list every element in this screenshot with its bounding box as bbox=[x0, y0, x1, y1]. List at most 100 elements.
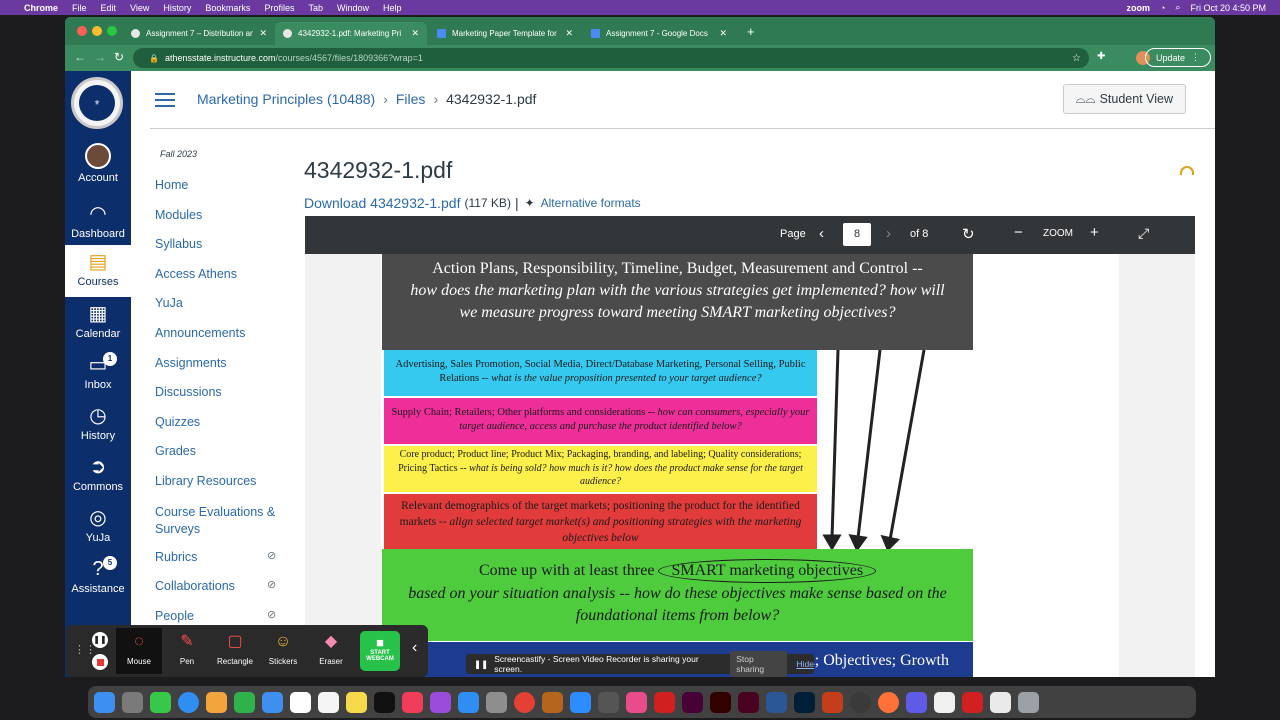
nav-yuja[interactable]: ◎ YuJa bbox=[65, 507, 131, 544]
preview-icon[interactable] bbox=[542, 691, 563, 713]
wifi-icon[interactable]: ◔ bbox=[1160, 3, 1165, 13]
calculator-icon[interactable] bbox=[598, 691, 619, 713]
safari-icon[interactable] bbox=[178, 691, 199, 713]
maximize-window-button[interactable] bbox=[107, 26, 117, 36]
menu-profiles[interactable]: Profiles bbox=[264, 3, 294, 13]
word-icon[interactable] bbox=[766, 691, 787, 713]
photoshop-icon[interactable] bbox=[794, 691, 815, 713]
previous-page-icon[interactable]: ‹ bbox=[819, 225, 824, 242]
menu-edit[interactable]: Edit bbox=[101, 3, 117, 13]
course-nav-announcements[interactable]: Announcements bbox=[155, 326, 245, 340]
quicktime-icon[interactable] bbox=[850, 691, 871, 713]
zoom-out-icon[interactable]: − bbox=[1014, 224, 1023, 241]
firefox-icon[interactable] bbox=[878, 691, 899, 713]
music-icon[interactable] bbox=[402, 691, 423, 713]
course-nav-access-athens[interactable]: Access Athens bbox=[155, 267, 237, 281]
app-store-icon[interactable] bbox=[458, 691, 479, 713]
podcasts-icon[interactable] bbox=[430, 691, 451, 713]
update-button[interactable]: Update ⋮ bbox=[1144, 48, 1211, 67]
course-menu-toggle[interactable] bbox=[155, 93, 175, 107]
extensions-icon[interactable]: ✚ bbox=[1097, 51, 1105, 62]
forward-icon[interactable]: → bbox=[94, 50, 106, 64]
tab-pdf-active[interactable]: 4342932-1.pdf: Marketing Pri ✕ bbox=[275, 22, 427, 45]
tool-pen[interactable]: ✎ Pen bbox=[164, 631, 210, 666]
mail-icon[interactable] bbox=[262, 691, 283, 713]
tab-assignment-7[interactable]: Assignment 7 – Distribution an ✕ bbox=[123, 22, 275, 45]
nav-account[interactable]: Account bbox=[65, 143, 131, 184]
menu-file[interactable]: File bbox=[72, 3, 87, 13]
page-number-input[interactable]: 8 bbox=[843, 223, 871, 246]
course-nav-quizzes[interactable]: Quizzes bbox=[155, 415, 200, 429]
menu-tab[interactable]: Tab bbox=[308, 3, 323, 13]
next-page-icon[interactable]: › bbox=[886, 225, 891, 242]
course-nav-collaborations[interactable]: Collaborations bbox=[155, 579, 235, 593]
rotate-icon[interactable]: ↻ bbox=[962, 225, 975, 243]
breadcrumb-files[interactable]: Files bbox=[396, 91, 426, 107]
trash-icon[interactable] bbox=[1018, 691, 1039, 713]
tool-rectangle[interactable]: ▢ Rectangle bbox=[212, 631, 258, 666]
athens-state-logo[interactable]: ⚜ bbox=[71, 77, 123, 129]
zoom-app-icon[interactable] bbox=[570, 691, 591, 713]
hide-share-link[interactable]: Hide bbox=[797, 659, 814, 669]
fullscreen-icon[interactable]: ⤢ bbox=[1138, 225, 1149, 242]
course-nav-rubrics[interactable]: Rubrics bbox=[155, 550, 197, 564]
launchpad-icon[interactable] bbox=[122, 691, 143, 713]
chrome-icon[interactable] bbox=[514, 691, 535, 713]
tv-icon[interactable] bbox=[374, 691, 395, 713]
browser-icon[interactable] bbox=[906, 691, 927, 713]
menu-bookmarks[interactable]: Bookmarks bbox=[205, 3, 250, 13]
pdf-viewer[interactable]: Action Plans, Responsibility, Timeline, … bbox=[305, 254, 1195, 677]
close-tab-icon[interactable]: ✕ bbox=[719, 28, 727, 39]
indesign-icon[interactable] bbox=[738, 691, 759, 713]
course-nav-grades[interactable]: Grades bbox=[155, 444, 196, 458]
alternative-formats-link[interactable]: Alternative formats bbox=[541, 196, 641, 210]
course-nav-assignments[interactable]: Assignments bbox=[155, 356, 227, 370]
gauge-icon[interactable] bbox=[1180, 166, 1194, 175]
search-spotlight-icon[interactable]: ⌕ bbox=[1175, 2, 1180, 13]
menu-history[interactable]: History bbox=[163, 3, 191, 13]
new-tab-icon[interactable]: + bbox=[747, 24, 755, 39]
finder-icon[interactable] bbox=[94, 691, 115, 713]
breadcrumb-course[interactable]: Marketing Principles (10488) bbox=[197, 91, 375, 107]
tool-stickers[interactable]: ☺ Stickers bbox=[260, 631, 306, 666]
course-nav-modules[interactable]: Modules bbox=[155, 208, 202, 222]
facetime-icon[interactable] bbox=[234, 691, 255, 713]
clock[interactable]: Fri Oct 20 4:50 PM bbox=[1190, 3, 1266, 13]
address-bar[interactable]: 🔒 athensstate.instructure.com/courses/45… bbox=[133, 48, 1089, 68]
nav-history[interactable]: ◷ History bbox=[65, 405, 131, 442]
back-icon[interactable]: ← bbox=[74, 50, 86, 64]
nav-assistance[interactable]: ? 5 Assistance bbox=[65, 556, 131, 595]
menu-view[interactable]: View bbox=[130, 3, 149, 13]
document-icon[interactable] bbox=[990, 691, 1011, 713]
dreamweaver-icon[interactable] bbox=[682, 691, 703, 713]
close-window-button[interactable] bbox=[77, 26, 87, 36]
messages-icon[interactable] bbox=[150, 691, 171, 713]
stop-sharing-button[interactable]: Stop sharing bbox=[730, 651, 787, 677]
tab-google-docs[interactable]: Assignment 7 - Google Docs ✕ bbox=[583, 22, 735, 45]
drag-handle-icon[interactable]: ⋮⋮ bbox=[74, 643, 96, 656]
more-menu-icon[interactable]: ⋮ bbox=[1191, 52, 1200, 63]
course-nav-people[interactable]: People bbox=[155, 609, 194, 623]
menu-help[interactable]: Help bbox=[383, 3, 402, 13]
settings-icon[interactable] bbox=[486, 691, 507, 713]
powerpoint-icon[interactable] bbox=[822, 691, 843, 713]
course-nav-syllabus[interactable]: Syllabus bbox=[155, 237, 202, 251]
course-nav-home[interactable]: Home bbox=[155, 178, 188, 192]
course-nav-evaluations[interactable]: Course Evaluations & Surveys bbox=[155, 504, 285, 538]
photos-icon[interactable] bbox=[206, 691, 227, 713]
textedit-icon[interactable] bbox=[934, 691, 955, 713]
menu-app[interactable]: Chrome bbox=[24, 3, 58, 13]
acrobat-icon[interactable] bbox=[654, 691, 675, 713]
nav-inbox[interactable]: ▭ 1 Inbox bbox=[65, 352, 131, 391]
nav-dashboard[interactable]: ◠ Dashboard bbox=[65, 203, 131, 240]
course-nav-yuja[interactable]: YuJa bbox=[155, 296, 183, 310]
minimize-window-button[interactable] bbox=[92, 26, 102, 36]
close-tab-icon[interactable]: ✕ bbox=[411, 28, 419, 39]
screencastify-icon[interactable] bbox=[626, 691, 647, 713]
menu-window[interactable]: Window bbox=[337, 3, 369, 13]
reload-icon[interactable]: ↻ bbox=[114, 50, 124, 64]
calendar-app-icon[interactable] bbox=[290, 691, 311, 713]
nav-calendar[interactable]: ▦ Calendar bbox=[65, 303, 131, 340]
tool-mouse[interactable]: ◌ Mouse bbox=[116, 628, 162, 674]
tab-marketing-template[interactable]: Marketing Paper Template for ✕ bbox=[429, 22, 581, 45]
